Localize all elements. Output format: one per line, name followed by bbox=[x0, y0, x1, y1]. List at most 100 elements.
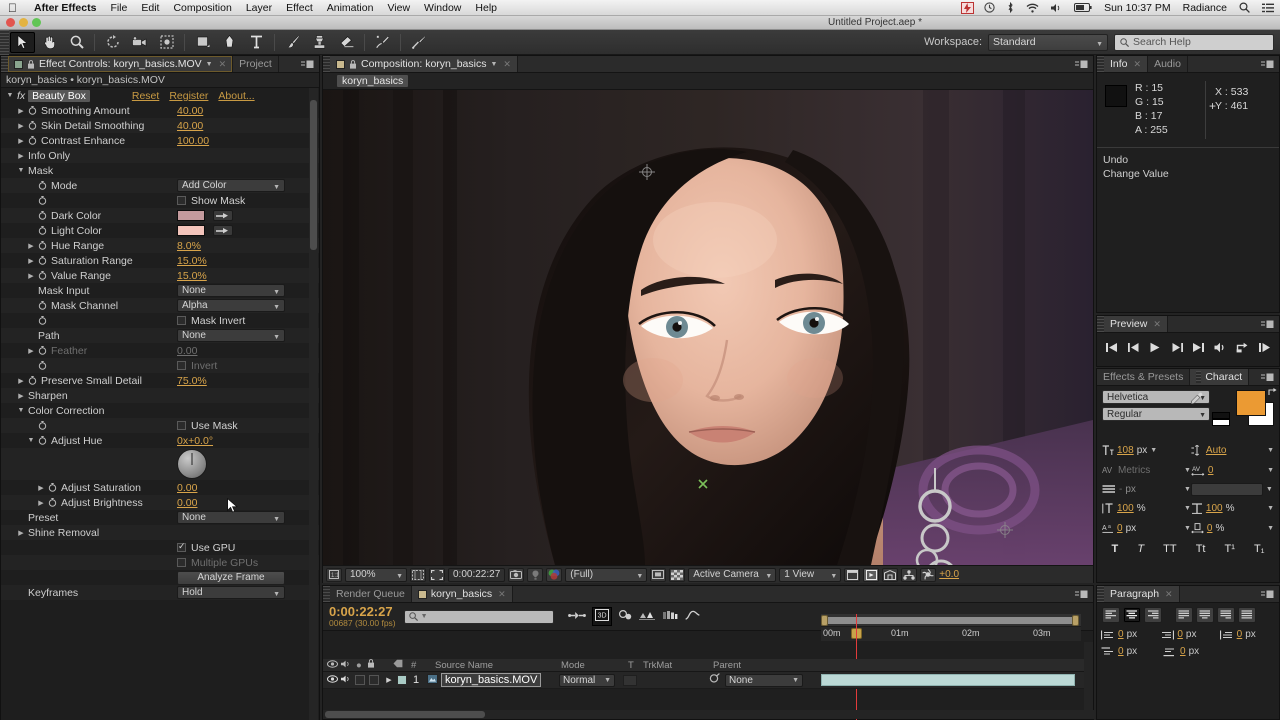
align-center-icon[interactable] bbox=[1123, 607, 1141, 623]
effect-param-value[interactable]: 40.00 bbox=[177, 120, 203, 132]
faux-italic-button[interactable]: T bbox=[1137, 543, 1144, 555]
composition-mini-flowchart-icon[interactable] bbox=[567, 610, 586, 624]
menu-layer[interactable]: Layer bbox=[239, 2, 279, 14]
effect-param-row[interactable]: Mask Channel Alpha ▼ bbox=[1, 298, 319, 313]
menu-edit[interactable]: Edit bbox=[134, 2, 166, 14]
effect-param-checkbox[interactable]: Mask Invert bbox=[177, 315, 245, 327]
disclosure-triangle[interactable] bbox=[17, 529, 25, 537]
scrollbar-thumb[interactable] bbox=[310, 100, 317, 250]
tab-project[interactable]: Project bbox=[233, 56, 279, 72]
close-icon[interactable]: ✕ bbox=[1163, 589, 1173, 600]
effect-param-value[interactable]: 0.00 bbox=[177, 345, 197, 357]
effect-param-row[interactable]: Dark Color bbox=[1, 208, 319, 223]
col-solo-icon[interactable]: ● bbox=[356, 660, 362, 671]
effect-name[interactable]: Beauty Box bbox=[28, 89, 90, 102]
panel-menu-button[interactable] bbox=[1256, 586, 1279, 602]
stroke-style-select[interactable]: ▼ bbox=[1190, 482, 1274, 497]
battery-warning-icon[interactable] bbox=[961, 1, 975, 14]
disclosure-triangle[interactable] bbox=[17, 137, 25, 145]
justify-last-right-icon[interactable] bbox=[1217, 607, 1235, 623]
layer-source-name[interactable]: koryn_basics.MOV bbox=[441, 673, 542, 687]
view-layout-select[interactable]: 1 View ▼ bbox=[779, 567, 842, 582]
indent-first-line-field[interactable]: 0 px bbox=[1219, 629, 1275, 640]
effect-param-row[interactable]: Saturation Range 15.0% bbox=[1, 253, 319, 268]
effect-param-checkbox[interactable]: Multiple GPUs bbox=[177, 557, 258, 569]
effect-param-dropdown[interactable]: Add Color ▼ bbox=[177, 179, 285, 192]
effect-param-row[interactable]: Feather 0.00 bbox=[1, 343, 319, 358]
col-source-name-header[interactable]: Source Name bbox=[435, 660, 493, 671]
search-help-input[interactable]: Search Help bbox=[1114, 33, 1274, 51]
layer-duration-bar[interactable] bbox=[821, 674, 1075, 686]
audio-icon[interactable] bbox=[1212, 339, 1229, 356]
effect-param-value[interactable]: 100.00 bbox=[177, 135, 209, 147]
disclosure-triangle[interactable] bbox=[27, 437, 35, 444]
all-caps-button[interactable]: TT bbox=[1163, 543, 1176, 555]
checkbox-box[interactable] bbox=[177, 316, 186, 325]
grid-guides-icon[interactable] bbox=[410, 567, 426, 582]
last-frame-icon[interactable] bbox=[1190, 339, 1207, 356]
col-label-icon[interactable] bbox=[393, 659, 403, 671]
effect-param-row[interactable]: Use Mask bbox=[1, 418, 319, 433]
close-icon[interactable]: ✕ bbox=[1151, 319, 1161, 330]
effect-param-row[interactable]: Preset None ▼ bbox=[1, 510, 319, 525]
layer-lock-toggle[interactable] bbox=[369, 675, 379, 685]
disclosure-triangle[interactable] bbox=[17, 407, 25, 414]
panel-menu-button[interactable] bbox=[1256, 316, 1279, 332]
effect-param-dropdown[interactable]: Alpha ▼ bbox=[177, 299, 285, 312]
layer-t-cell[interactable] bbox=[623, 674, 637, 686]
chevron-down-icon[interactable]: ▼ bbox=[1267, 447, 1274, 454]
menu-file[interactable]: File bbox=[103, 2, 134, 14]
play-icon[interactable] bbox=[1147, 339, 1164, 356]
menu-animation[interactable]: Animation bbox=[320, 2, 381, 14]
tab-effect-controls[interactable]: Effect Controls: koryn_basics.MOV ▼ ✕ bbox=[8, 56, 234, 72]
fast-preview-icon[interactable] bbox=[863, 567, 880, 582]
faux-bold-button[interactable]: T bbox=[1112, 543, 1119, 555]
timeline-current-time[interactable]: 0:00:22:27 00687 (30.00 fps) bbox=[323, 605, 396, 628]
ram-preview-icon[interactable] bbox=[1256, 339, 1273, 356]
effect-param-checkbox[interactable]: Use Mask bbox=[177, 420, 238, 432]
panel-menu-button[interactable] bbox=[296, 56, 319, 72]
volume-icon[interactable] bbox=[1045, 3, 1068, 13]
tab-character[interactable]: Charact bbox=[1190, 369, 1250, 385]
region-of-interest-icon[interactable] bbox=[429, 567, 445, 582]
effect-param-row[interactable]: Preserve Small Detail 75.0% bbox=[1, 373, 319, 388]
align-left-icon[interactable] bbox=[1102, 607, 1120, 623]
col-video-toggle-icon[interactable] bbox=[327, 659, 338, 671]
enable-frame-blending-icon[interactable] bbox=[638, 609, 655, 624]
eraser-tool[interactable] bbox=[334, 32, 359, 53]
vertical-scale-field[interactable]: 100 % ▼ bbox=[1102, 501, 1191, 516]
channel-select-icon[interactable] bbox=[546, 567, 563, 582]
space-before-field[interactable]: 0 px bbox=[1101, 646, 1159, 657]
effect-param-row[interactable]: Smoothing Amount 40.00 bbox=[1, 103, 319, 118]
previous-frame-icon[interactable] bbox=[1125, 339, 1142, 356]
enable-motion-blur-icon[interactable] bbox=[662, 609, 678, 624]
horizontal-scale-field[interactable]: 100 % ▼ bbox=[1191, 501, 1274, 516]
panel-menu-button[interactable] bbox=[1256, 369, 1279, 385]
menu-app-name[interactable]: After Effects bbox=[27, 2, 103, 14]
menu-help[interactable]: Help bbox=[468, 2, 504, 14]
zoom-tool[interactable] bbox=[64, 32, 89, 53]
timeline-horizontal-scrollbar[interactable] bbox=[323, 710, 1095, 719]
chevron-down-icon[interactable]: ▼ bbox=[1267, 505, 1274, 512]
layer-label-color[interactable] bbox=[397, 675, 407, 685]
stopwatch-icon[interactable] bbox=[38, 435, 48, 446]
disclosure-triangle[interactable] bbox=[27, 272, 35, 280]
layer-video-toggle-icon[interactable] bbox=[327, 674, 338, 686]
tab-paragraph[interactable]: Paragraph ✕ bbox=[1104, 586, 1180, 602]
effect-param-value[interactable]: 8.0% bbox=[177, 240, 201, 252]
effect-param-dropdown[interactable]: None ▼ bbox=[177, 284, 285, 297]
col-parent-header[interactable]: Parent bbox=[713, 660, 741, 671]
chevron-down-icon[interactable]: ▼ bbox=[1150, 447, 1157, 454]
col-trkmat-header[interactable]: TrkMat bbox=[643, 660, 672, 671]
effect-controls-scrollbar[interactable] bbox=[309, 88, 318, 720]
timeline-view-icon[interactable] bbox=[882, 567, 899, 582]
effect-param-dropdown[interactable]: None ▼ bbox=[177, 329, 285, 342]
spotlight-icon[interactable] bbox=[1233, 2, 1256, 13]
stopwatch-icon[interactable] bbox=[28, 135, 38, 146]
effect-param-value[interactable]: 40.00 bbox=[177, 105, 203, 117]
panel-grip[interactable] bbox=[323, 586, 330, 602]
effect-param-row[interactable]: Invert bbox=[1, 358, 319, 373]
pen-tool[interactable] bbox=[217, 32, 242, 53]
effect-disclosure-triangle[interactable] bbox=[6, 92, 14, 99]
wifi-icon[interactable] bbox=[1020, 3, 1045, 13]
